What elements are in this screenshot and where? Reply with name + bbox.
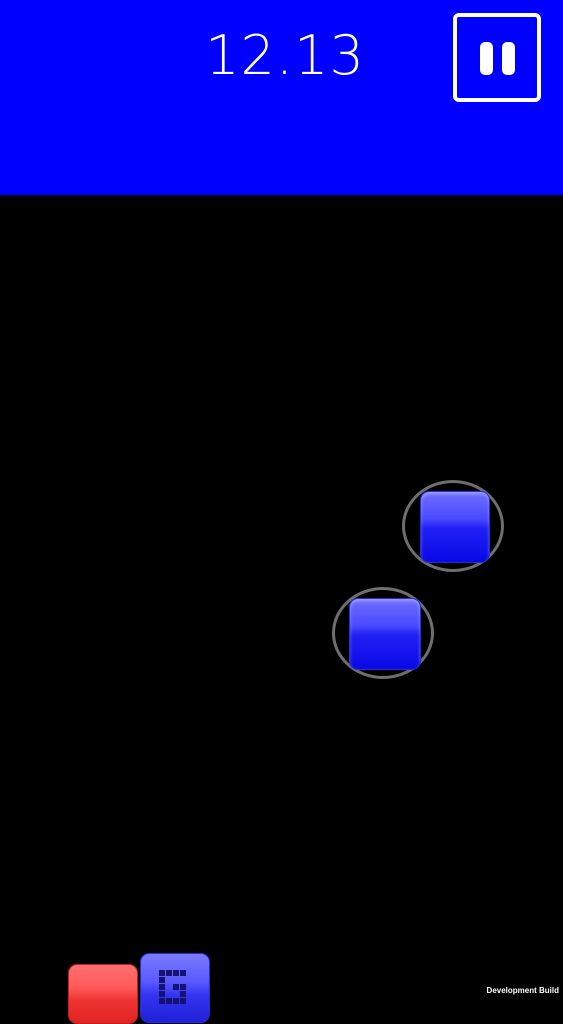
play-field — [0, 195, 563, 1000]
pause-bar-right — [502, 42, 515, 75]
falling-blue-tile[interactable] — [349, 598, 421, 670]
pause-button[interactable] — [453, 13, 541, 102]
blue-g-tile[interactable] — [140, 953, 210, 1023]
g-letter-icon — [159, 970, 186, 1004]
development-build-label: Development Build — [486, 986, 559, 995]
pause-bar-left — [480, 42, 493, 75]
falling-blue-tile[interactable] — [420, 491, 490, 563]
top-hud-bar: 12.13 — [0, 0, 563, 195]
red-tile[interactable] — [68, 964, 138, 1024]
